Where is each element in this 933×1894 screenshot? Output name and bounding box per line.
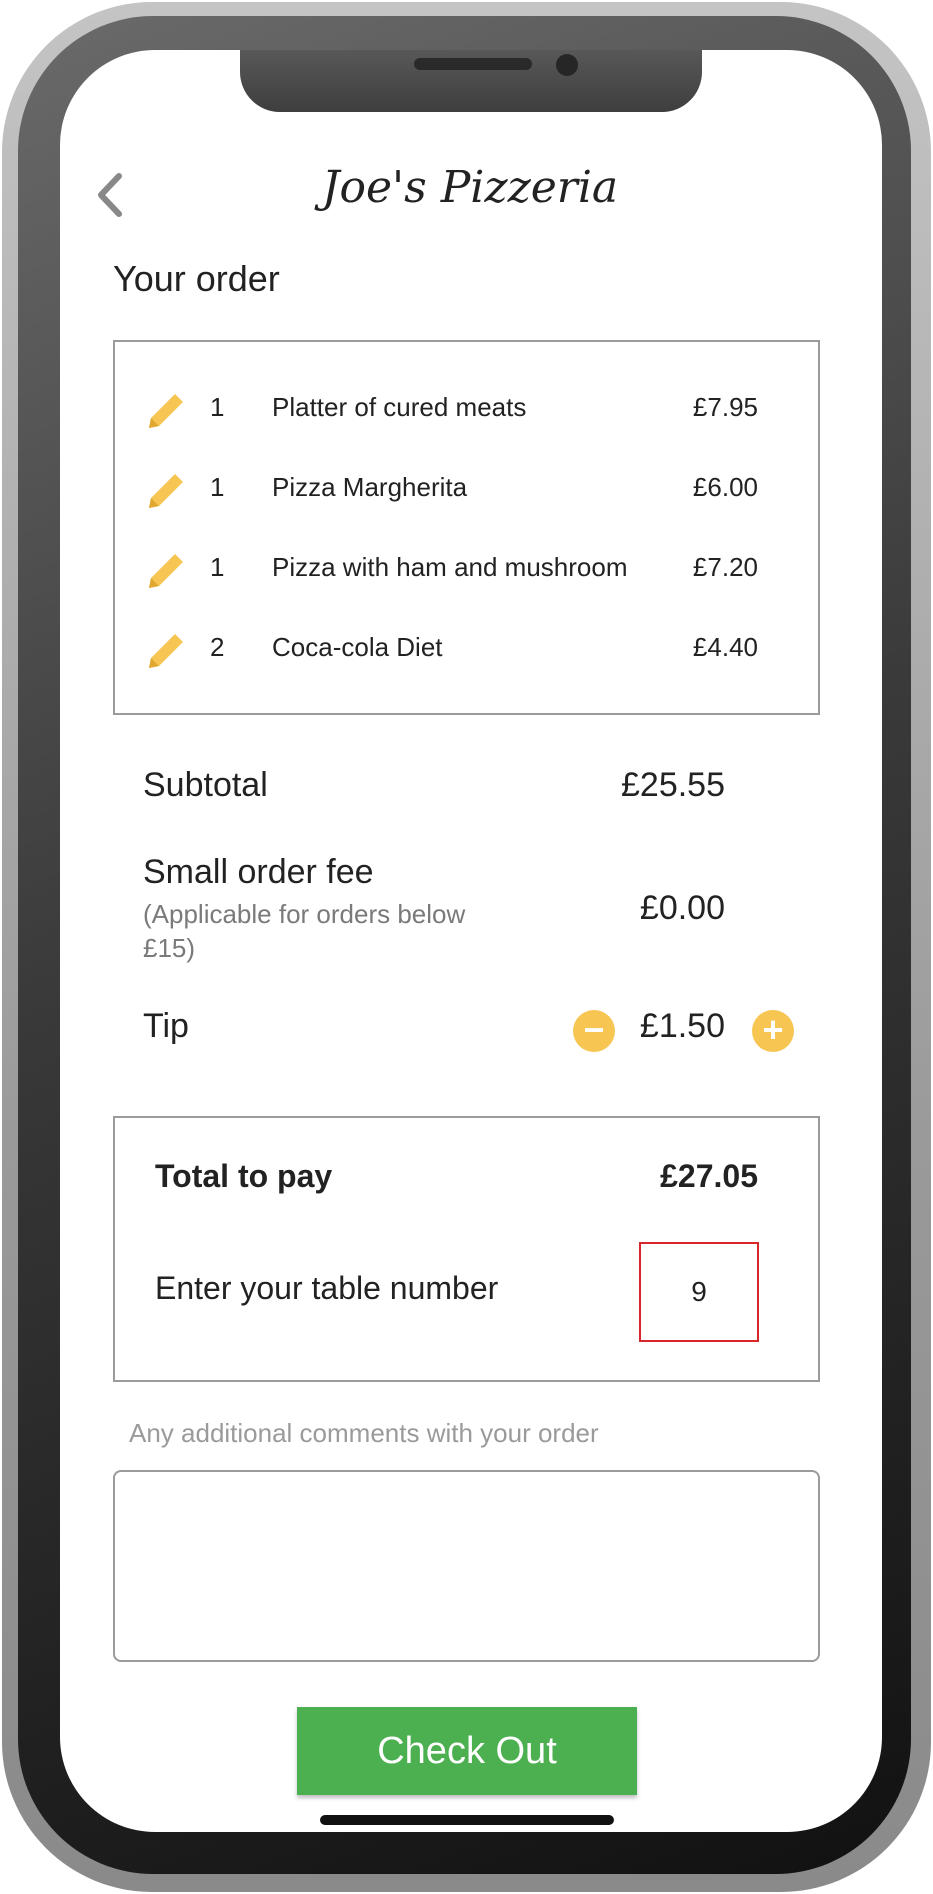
item-price: £4.40 xyxy=(692,632,758,662)
item-price: £6.00 xyxy=(692,472,758,502)
order-item: 1 Pizza Margherita £6.00 xyxy=(115,460,818,520)
order-list: 1 Platter of cured meats £7.95 1 Pizza M… xyxy=(113,340,820,715)
item-quantity: 1 xyxy=(210,392,225,422)
front-camera xyxy=(556,54,578,76)
speaker-grille xyxy=(414,58,532,70)
pencil-icon[interactable] xyxy=(145,468,189,512)
small-order-fee-label: Small order fee xyxy=(143,853,374,891)
order-item: 1 Pizza with ham and mushroom £7.20 xyxy=(115,540,818,600)
item-price: £7.95 xyxy=(692,392,758,422)
order-item: 1 Platter of cured meats £7.95 xyxy=(115,380,818,440)
small-order-fee-note: (Applicable for orders below £15) xyxy=(143,899,466,963)
payment-box: Total to pay £27.05 Enter your table num… xyxy=(113,1116,820,1382)
order-section-title: Your order xyxy=(113,258,280,299)
chevron-left-icon[interactable] xyxy=(93,170,129,220)
total-label: Total to pay xyxy=(155,1158,333,1194)
tip-decrease-button[interactable]: − xyxy=(573,1010,615,1052)
comments-label: Any additional comments with your order xyxy=(129,1418,599,1448)
item-name: Pizza Margherita xyxy=(272,472,468,502)
tip-increase-button[interactable]: + xyxy=(752,1010,794,1052)
item-quantity: 1 xyxy=(210,552,225,582)
home-indicator xyxy=(320,1815,614,1825)
small-order-fee-value: £0.00 xyxy=(639,889,725,927)
subtotal-label: Subtotal xyxy=(143,766,268,804)
app-title: Joe's Pizzeria xyxy=(321,162,619,213)
item-name: Pizza with ham and mushroom xyxy=(272,552,628,582)
item-name: Coca-cola Diet xyxy=(272,632,443,662)
table-number-input[interactable] xyxy=(639,1242,759,1342)
tip-value: £1.50 xyxy=(639,1007,725,1045)
tip-label: Tip xyxy=(143,1007,189,1045)
subtotal-value: £25.55 xyxy=(621,766,725,804)
comments-textarea[interactable] xyxy=(113,1470,820,1662)
pencil-icon[interactable] xyxy=(145,548,189,592)
total-value: £27.05 xyxy=(660,1158,758,1194)
pencil-icon[interactable] xyxy=(145,628,189,672)
item-quantity: 2 xyxy=(210,632,225,662)
item-price: £7.20 xyxy=(692,552,758,582)
checkout-button[interactable]: Check Out xyxy=(297,1707,637,1795)
order-item: 2 Coca-cola Diet £4.40 xyxy=(115,620,818,680)
pencil-icon[interactable] xyxy=(145,388,189,432)
item-quantity: 1 xyxy=(210,472,225,502)
item-name: Platter of cured meats xyxy=(272,392,527,422)
table-number-label: Enter your table number xyxy=(155,1270,499,1306)
